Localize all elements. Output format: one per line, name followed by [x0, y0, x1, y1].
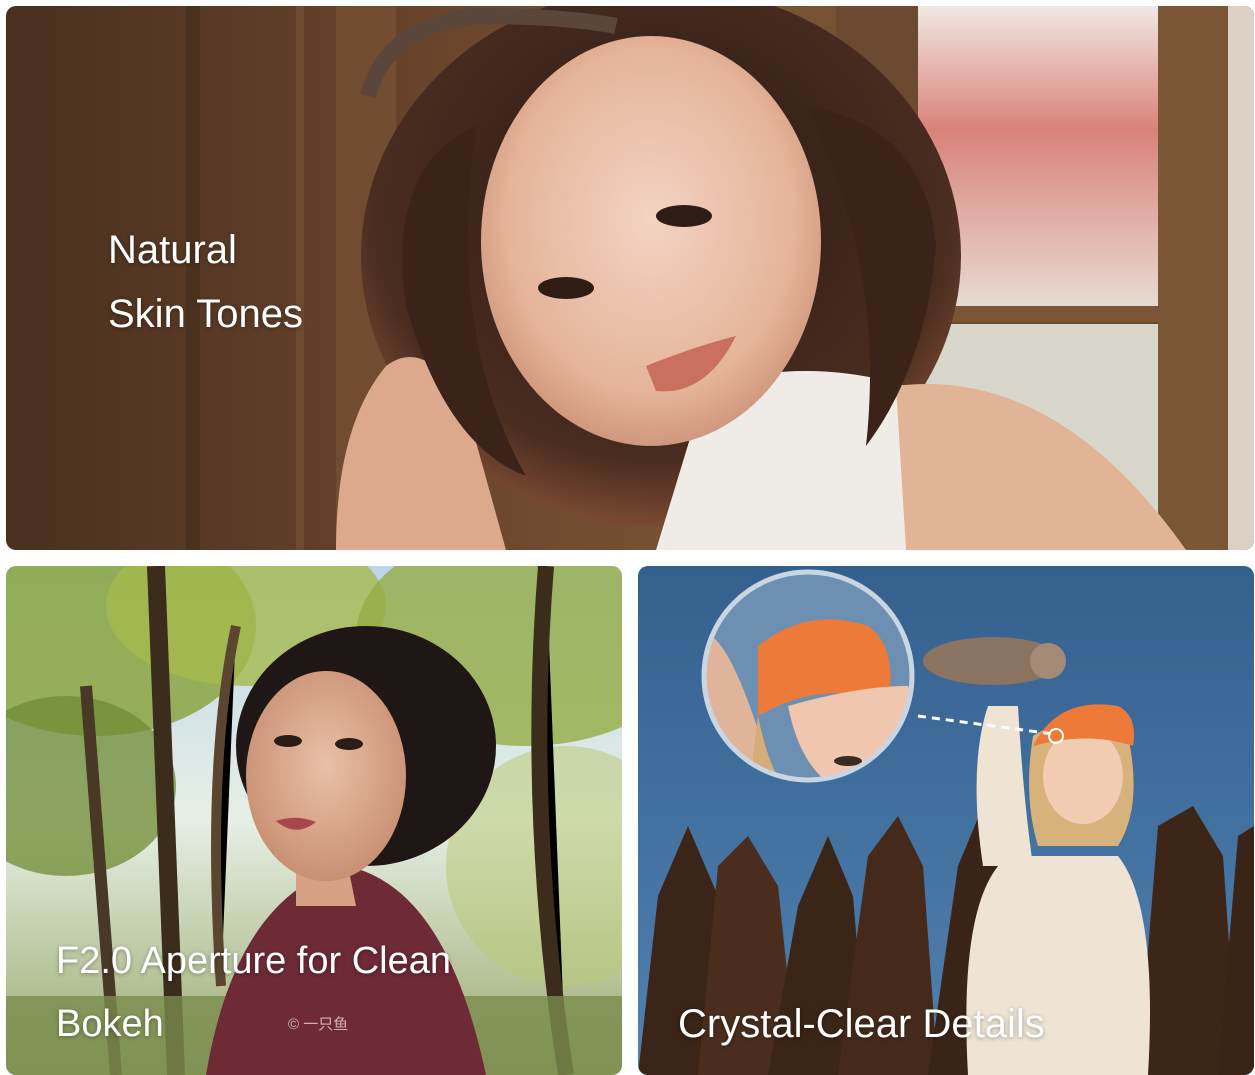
portrait-card-details: Crystal-Clear Details: [638, 566, 1254, 1075]
portrait-card-natural-skin: Natural Skin Tones: [6, 6, 1254, 550]
caption-natural-skin-tones: Natural Skin Tones: [108, 218, 303, 346]
caption-bokeh: F2.0 Aperture for Clean Bokeh: [56, 940, 451, 1045]
photo-watermark: © 一只鱼: [288, 1016, 349, 1033]
caption-crystal-clear-details: Crystal-Clear Details: [678, 1002, 1045, 1046]
caption-line-2: Skin Tones: [108, 292, 303, 336]
portrait-card-bokeh: F2.0 Aperture for Clean Bokeh © 一只鱼: [6, 566, 622, 1075]
caption-line-1: Natural: [108, 228, 237, 272]
